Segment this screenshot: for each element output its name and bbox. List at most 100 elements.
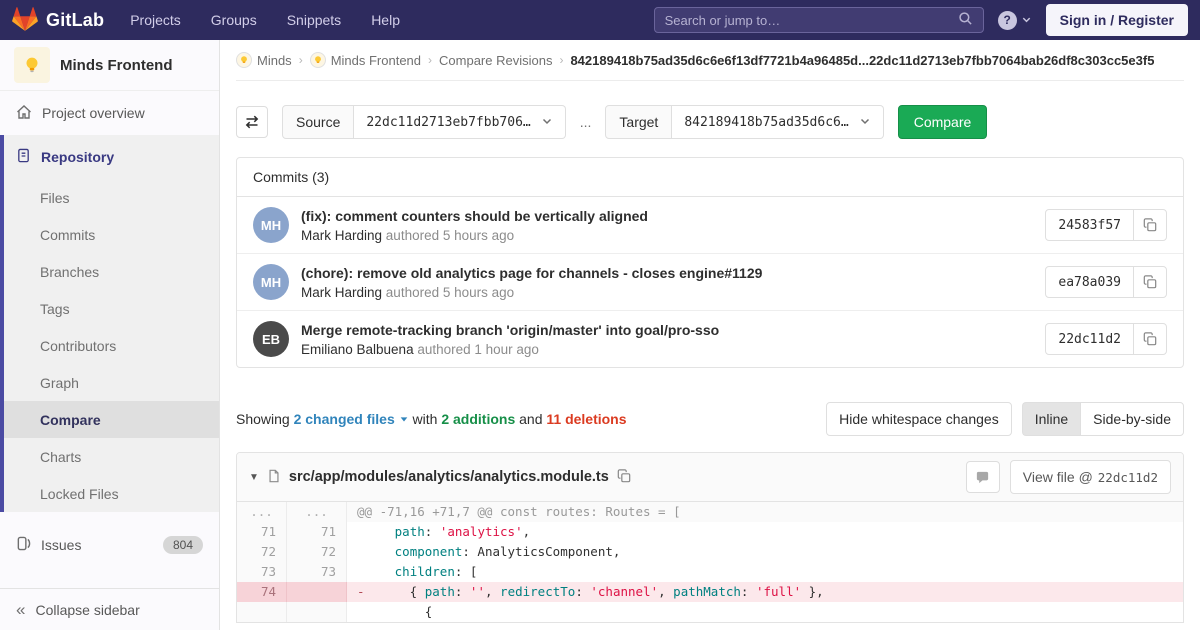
copy-sha-button[interactable] xyxy=(1133,324,1166,354)
avatar[interactable]: MH xyxy=(253,264,289,300)
code-token: pathMatch xyxy=(673,584,741,599)
breadcrumb-separator: › xyxy=(299,53,303,67)
diff-view-toggle: Inline Side-by-side xyxy=(1022,402,1184,436)
old-line-number[interactable]: ... xyxy=(237,502,287,522)
old-line-number[interactable]: 74 xyxy=(237,582,287,602)
new-line-number[interactable]: 71 xyxy=(287,522,347,542)
gitlab-logo[interactable]: GitLab xyxy=(12,6,104,35)
diff-code: ......@@ -71,16 +71,7 @@ const routes: R… xyxy=(237,502,1183,622)
commit-when: authored 1 hour ago xyxy=(417,342,539,357)
compare-form: Source 22dc11d2713eb7fbb706… ... Target … xyxy=(236,105,1184,139)
diff-marker xyxy=(357,604,365,619)
commit-author[interactable]: Mark Harding xyxy=(301,228,382,243)
sidebar-item-locked-files[interactable]: Locked Files xyxy=(4,475,219,512)
inline-view-button[interactable]: Inline xyxy=(1022,402,1080,436)
chevron-down-icon xyxy=(1021,12,1032,28)
sidebar-item-repository[interactable]: Repository xyxy=(4,135,219,179)
compare-button[interactable]: Compare xyxy=(898,105,988,139)
commit-sha[interactable]: 24583f57 xyxy=(1046,210,1133,240)
source-revision-dropdown[interactable]: 22dc11d2713eb7fbb706… xyxy=(354,105,565,139)
code-token: '' xyxy=(470,584,485,599)
breadcrumb-minds[interactable]: Minds xyxy=(236,52,292,68)
new-line-number[interactable]: 72 xyxy=(287,542,347,562)
changed-files-dropdown[interactable]: 2 changed files xyxy=(294,411,409,427)
sidebar-item-issues[interactable]: Issues 804 xyxy=(0,526,219,564)
chevron-down-icon xyxy=(859,114,871,130)
sign-in-button[interactable]: Sign in / Register xyxy=(1046,4,1188,36)
commit-sha[interactable]: 22dc11d2 xyxy=(1046,324,1133,354)
commit-title[interactable]: (fix): comment counters should be vertic… xyxy=(301,208,648,224)
old-line-number[interactable]: 72 xyxy=(237,542,287,562)
sidebar-item-branches[interactable]: Branches xyxy=(4,253,219,290)
avatar[interactable]: EB xyxy=(253,321,289,357)
sidebar-item-contributors[interactable]: Contributors xyxy=(4,327,219,364)
nav-link-groups[interactable]: Groups xyxy=(211,12,257,28)
group-avatar xyxy=(236,52,252,68)
source-label: Source xyxy=(282,105,354,139)
search-icon[interactable] xyxy=(958,11,973,29)
new-line-number[interactable]: 73 xyxy=(287,562,347,582)
sidebar-item-files[interactable]: Files xyxy=(4,179,219,216)
line-content: path: 'analytics', xyxy=(347,522,1183,542)
code-token: : AnalyticsComponent, xyxy=(462,544,620,559)
commit-sha[interactable]: ea78a039 xyxy=(1046,267,1133,297)
diff-marker: - xyxy=(357,584,365,599)
target-revision-dropdown[interactable]: 842189418b75ad35d6c6… xyxy=(672,105,883,139)
old-line-number[interactable]: 73 xyxy=(237,562,287,582)
avatar[interactable]: MH xyxy=(253,207,289,243)
side-by-side-view-button[interactable]: Side-by-side xyxy=(1080,402,1184,436)
sidebar-item-tags[interactable]: Tags xyxy=(4,290,219,327)
code-token: { xyxy=(365,604,433,619)
nav-link-projects[interactable]: Projects xyxy=(130,12,181,28)
copy-sha-button[interactable] xyxy=(1133,210,1166,240)
code-token: path xyxy=(395,524,425,539)
help-menu[interactable]: ? xyxy=(998,11,1032,30)
commit-author[interactable]: Emiliano Balbuena xyxy=(301,342,414,357)
diff-file-path[interactable]: src/app/modules/analytics/analytics.modu… xyxy=(289,469,609,485)
sidebar-item-commits[interactable]: Commits xyxy=(4,216,219,253)
old-line-number[interactable] xyxy=(237,602,287,622)
sidebar-item-charts[interactable]: Charts xyxy=(4,438,219,475)
commit-sha-group: ea78a039 xyxy=(1045,266,1167,298)
top-navbar: GitLab Projects Groups Snippets Help ? S… xyxy=(0,0,1200,40)
commit-author[interactable]: Mark Harding xyxy=(301,285,382,300)
nav-link-help[interactable]: Help xyxy=(371,12,400,28)
project-title: Minds Frontend xyxy=(60,57,173,74)
code-token: component xyxy=(395,544,463,559)
copy-sha-button[interactable] xyxy=(1133,267,1166,297)
collapse-diff-caret-icon[interactable]: ▼ xyxy=(249,472,259,483)
new-line-number[interactable]: ... xyxy=(287,502,347,522)
project-avatar-small xyxy=(310,52,326,68)
swap-revisions-button[interactable] xyxy=(236,106,268,138)
commit-title[interactable]: Merge remote-tracking branch 'origin/mas… xyxy=(301,322,719,338)
commit-title[interactable]: (chore): remove old analytics page for c… xyxy=(301,265,762,281)
view-file-button[interactable]: View file @ 22dc11d2 xyxy=(1010,460,1171,494)
line-content: @@ -71,16 +71,7 @@ const routes: Routes … xyxy=(347,502,1183,522)
target-revision-value: 842189418b75ad35d6c6… xyxy=(684,115,848,130)
collapse-sidebar-button[interactable]: « Collapse sidebar xyxy=(0,588,219,630)
breadcrumb-separator: › xyxy=(428,53,432,67)
issues-icon xyxy=(16,536,31,554)
code-token: 'channel' xyxy=(590,584,658,599)
sidebar-item-compare[interactable]: Compare xyxy=(4,401,219,438)
breadcrumb-compare-revisions[interactable]: Compare Revisions xyxy=(439,53,552,68)
diff-line: 7171 path: 'analytics', xyxy=(237,522,1183,542)
new-line-number[interactable] xyxy=(287,602,347,622)
diff-summary-row: Showing 2 changed files with 2 additions… xyxy=(236,402,1184,436)
sidebar-item-project-overview[interactable]: Project overview xyxy=(0,91,219,135)
hide-whitespace-button[interactable]: Hide whitespace changes xyxy=(826,402,1012,436)
old-line-number[interactable]: 71 xyxy=(237,522,287,542)
commits-panel: Commits (3) MH (fix): comment counters s… xyxy=(236,157,1184,368)
new-line-number[interactable] xyxy=(287,582,347,602)
search-input[interactable] xyxy=(665,13,958,28)
code-token: 'full' xyxy=(756,584,801,599)
copy-path-button[interactable] xyxy=(617,469,631,486)
toggle-comments-button[interactable] xyxy=(966,461,1000,493)
chevron-down-icon xyxy=(541,114,553,130)
sidebar-item-graph[interactable]: Graph xyxy=(4,364,219,401)
project-context-header[interactable]: Minds Frontend xyxy=(0,40,219,91)
breadcrumb-minds-frontend[interactable]: Minds Frontend xyxy=(310,52,421,68)
code-token xyxy=(365,544,395,559)
nav-link-snippets[interactable]: Snippets xyxy=(287,12,341,28)
main-content: Minds › Minds Frontend › Compare Revisio… xyxy=(220,40,1200,630)
